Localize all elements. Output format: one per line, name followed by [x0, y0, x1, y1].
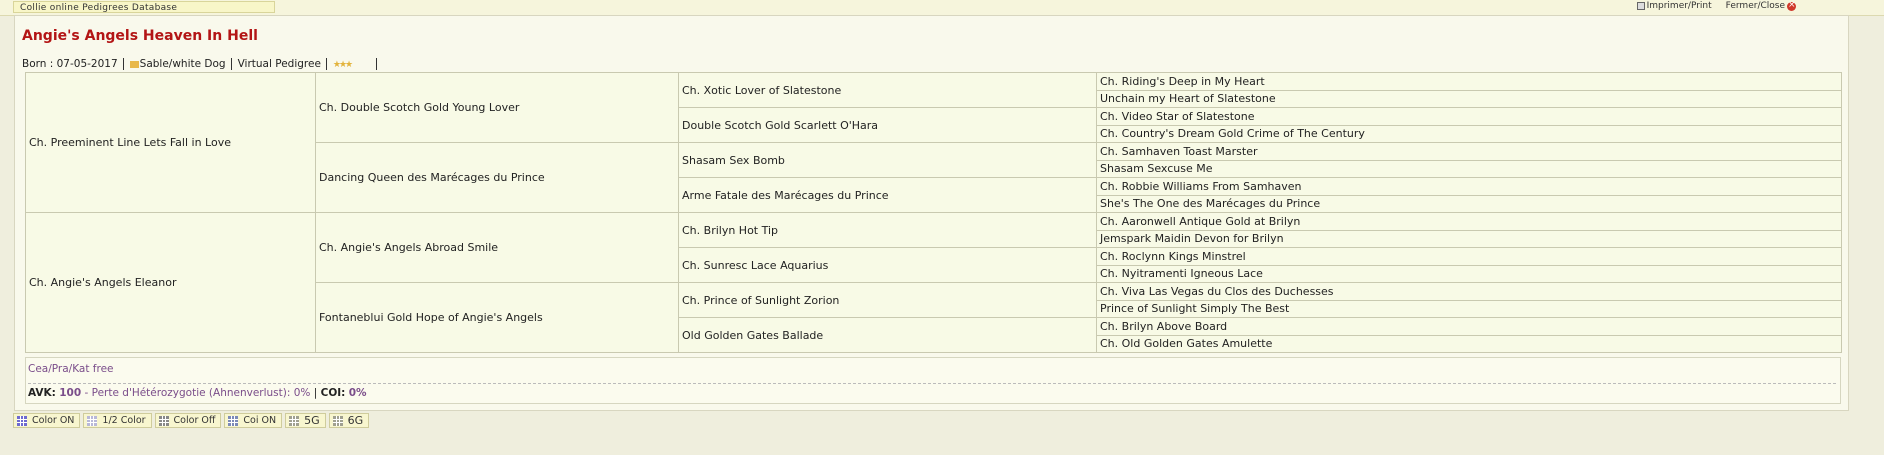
great-grandparent-cell[interactable]: Ch. Brilyn Hot Tip — [678, 212, 1097, 248]
six-generations-button[interactable]: 6G — [328, 413, 370, 428]
parent-cell[interactable]: Ch. Angie's Angels Eleanor — [25, 212, 316, 353]
grid-icon — [158, 415, 169, 426]
five-generations-label: 5G — [304, 414, 320, 427]
half-color-label: 1/2 Color — [102, 415, 146, 426]
great-grandparent-cell[interactable]: Shasam Sex Bomb — [678, 142, 1097, 178]
great-grandparent-cell[interactable]: Arme Fatale des Marécages du Prince — [678, 177, 1097, 213]
gg-grandparent-cell[interactable]: Ch. Viva Las Vegas du Clos des Duchesses — [1096, 282, 1842, 301]
coi-value: 0% — [348, 387, 367, 399]
gg-grandparent-cell[interactable]: Jemspark Maidin Devon for Brilyn — [1096, 229, 1842, 248]
great-grandparent-cell[interactable]: Ch. Prince of Sunlight Zorion — [678, 282, 1097, 318]
gg-grandparent-cell[interactable]: Ch. Riding's Deep in My Heart — [1096, 72, 1842, 91]
print-label: Imprimer/Print — [1646, 1, 1712, 11]
printer-icon — [1636, 2, 1645, 10]
five-generations-button[interactable]: 5G — [285, 413, 326, 428]
virtual-pedigree-link[interactable]: Virtual Pedigree — [238, 58, 327, 70]
top-links: Imprimer/Print Fermer/Close — [1636, 0, 1796, 11]
gg-grandparent-cell[interactable]: She's The One des Marécages du Prince — [1096, 194, 1842, 213]
site-title: Collie online Pedigrees Database — [13, 1, 275, 13]
grandparent-cell[interactable]: Ch. Angie's Angels Abroad Smile — [315, 212, 679, 283]
dog-info-row: Born : 07-05-2017 Sable/white Dog Virtua… — [22, 57, 383, 71]
dog-color: Sable/white Dog — [129, 58, 232, 70]
coi-on-label: Coi ON — [243, 415, 277, 426]
gg-grandparent-cell[interactable]: Unchain my Heart of Slatestone — [1096, 89, 1842, 108]
gg-grandparent-cell[interactable]: Ch. Video Star of Slatestone — [1096, 107, 1842, 126]
page-title: Angie's Angels Heaven In Hell — [22, 28, 258, 44]
avk-label: AVK: — [28, 387, 56, 399]
pedigree-row: Ch. Angie's Angels Eleanor Ch. Angie's An… — [25, 212, 1842, 353]
gg-grandparent-cell[interactable]: Ch. Roclynn Kings Minstrel — [1096, 247, 1842, 266]
gg-grandparent-cell[interactable]: Ch. Country's Dream Gold Crime of The Ce… — [1096, 124, 1842, 143]
gg-grandparent-cell[interactable]: Ch. Samhaven Toast Marster — [1096, 142, 1842, 161]
great-grandparent-cell[interactable]: Ch. Xotic Lover of Slatestone — [678, 72, 1097, 108]
health-box: Cea/Pra/Kat free AVK: 100 - Perte d'Hété… — [25, 357, 1841, 404]
great-grandparent-cell[interactable]: Double Scotch Gold Scarlett O'Hara — [678, 107, 1097, 143]
great-grandparent-cell[interactable]: Old Golden Gates Ballade — [678, 317, 1097, 353]
top-bar: Collie online Pedigrees Database Imprime… — [0, 0, 1884, 16]
print-link[interactable]: Imprimer/Print — [1636, 1, 1712, 11]
separator: | — [313, 387, 318, 399]
divider — [28, 383, 1836, 384]
color-off-label: Color Off — [173, 415, 216, 426]
grid-icon — [87, 415, 98, 426]
view-toolbar: Color ON 1/2 Color Color Off Coi ON 5G 6… — [13, 413, 370, 428]
dog-color-label: Sable/white Dog — [139, 58, 226, 70]
color-on-button[interactable]: Color ON — [13, 413, 81, 428]
table-icon — [289, 415, 300, 426]
gg-grandparent-cell[interactable]: Ch. Nyitramenti Igneous Lace — [1096, 264, 1842, 283]
grandparent-cell[interactable]: Ch. Double Scotch Gold Young Lover — [315, 72, 679, 143]
color-on-label: Color ON — [32, 415, 75, 426]
folder-icon — [129, 60, 139, 68]
table-icon — [332, 415, 343, 426]
great-grandparent-cell[interactable]: Ch. Sunresc Lace Aquarius — [678, 247, 1097, 283]
coefficients: AVK: 100 - Perte d'Hétérozygotie (Ahnenv… — [28, 387, 367, 399]
gg-grandparent-cell[interactable]: Ch. Brilyn Above Board — [1096, 317, 1842, 336]
gg-grandparent-cell[interactable]: Ch. Old Golden Gates Amulette — [1096, 334, 1842, 353]
coi-label: COI: — [320, 387, 346, 399]
rating-stars[interactable]: ★★★ — [333, 58, 377, 70]
close-icon — [1787, 0, 1796, 11]
grandparent-cell[interactable]: Dancing Queen des Marécages du Prince — [315, 142, 679, 213]
half-color-button[interactable]: 1/2 Color — [83, 413, 152, 428]
gg-grandparent-cell[interactable]: Prince of Sunlight Simply The Best — [1096, 299, 1842, 318]
grid-icon — [228, 415, 239, 426]
parent-cell[interactable]: Ch. Preeminent Line Lets Fall in Love — [25, 72, 316, 213]
stars-icon: ★★★ — [332, 60, 353, 70]
grid-icon — [17, 415, 27, 426]
gg-grandparent-cell[interactable]: Ch. Aaronwell Antique Gold at Brilyn — [1096, 212, 1842, 231]
coi-on-button[interactable]: Coi ON — [224, 413, 283, 428]
ahnenverlust-text: - Perte d'Hétérozygotie (Ahnenverlust): … — [84, 387, 311, 399]
gg-grandparent-cell[interactable]: Ch. Robbie Williams From Samhaven — [1096, 177, 1842, 196]
pedigree-row: Ch. Preeminent Line Lets Fall in Love Ch.… — [25, 72, 1842, 213]
gg-grandparent-cell[interactable]: Shasam Sexcuse Me — [1096, 159, 1842, 178]
grandparent-cell[interactable]: Fontaneblui Gold Hope of Angie's Angels — [315, 282, 679, 353]
six-generations-label: 6G — [347, 414, 364, 427]
health-results: Cea/Pra/Kat free — [28, 363, 114, 375]
color-off-button[interactable]: Color Off — [154, 413, 222, 428]
close-link[interactable]: Fermer/Close — [1725, 0, 1796, 11]
pedigree-table: Ch. Preeminent Line Lets Fall in Love Ch.… — [25, 72, 1842, 353]
avk-value: 100 — [59, 387, 82, 399]
pedigree-panel: Angie's Angels Heaven In Hell Born : 07-… — [14, 15, 1849, 411]
close-label: Fermer/Close — [1725, 1, 1785, 11]
born-date: Born : 07-05-2017 — [22, 58, 124, 70]
